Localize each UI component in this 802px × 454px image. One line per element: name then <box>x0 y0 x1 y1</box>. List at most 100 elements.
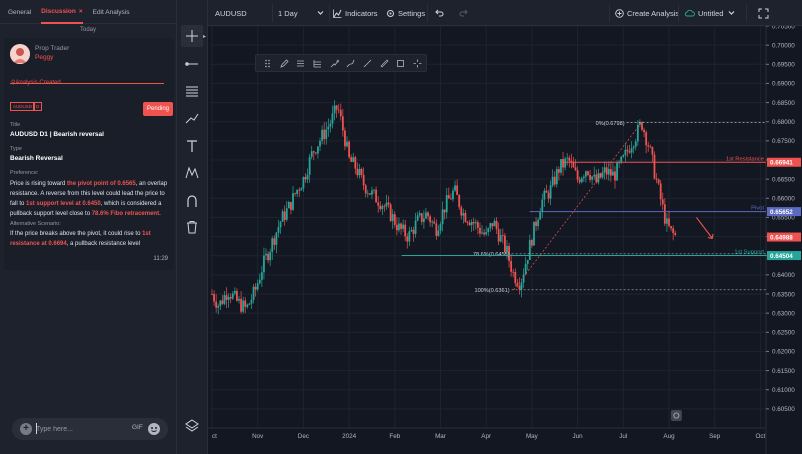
candle[interactable] <box>310 151 313 158</box>
candle[interactable] <box>240 298 242 312</box>
candle[interactable] <box>325 129 328 139</box>
candle[interactable] <box>354 157 357 169</box>
candle[interactable] <box>582 176 585 179</box>
candle[interactable] <box>663 204 666 224</box>
price-chart[interactable]: 0.70500 0.70000 0.69500 0.69000 0.68500 0.680… <box>208 23 802 454</box>
candle[interactable] <box>387 202 390 205</box>
candle[interactable] <box>643 129 645 133</box>
chevron-right-icon[interactable]: ▸ <box>203 33 206 40</box>
candle[interactable] <box>649 146 652 148</box>
candle[interactable] <box>412 229 415 234</box>
candle[interactable] <box>258 279 261 284</box>
candle[interactable] <box>433 221 436 224</box>
candle[interactable] <box>215 301 218 308</box>
candle[interactable] <box>634 141 637 147</box>
fib-retracement-tool[interactable] <box>292 55 309 71</box>
candle[interactable] <box>327 126 330 130</box>
candle[interactable] <box>321 129 323 141</box>
emoji-icon[interactable] <box>148 423 160 435</box>
candle[interactable] <box>487 228 490 233</box>
pattern-tool[interactable] <box>181 162 203 184</box>
delete-tool[interactable] <box>181 216 203 238</box>
candle[interactable] <box>269 251 272 261</box>
timeframe-select[interactable]: 1 Day <box>278 0 324 26</box>
candle[interactable] <box>281 211 284 222</box>
line-tool[interactable] <box>359 55 376 71</box>
candle[interactable] <box>277 227 280 233</box>
candle[interactable] <box>418 213 421 216</box>
text-tool[interactable] <box>181 135 203 157</box>
candle[interactable] <box>653 154 656 179</box>
candle[interactable] <box>562 159 564 168</box>
candle[interactable] <box>319 140 321 147</box>
candle[interactable] <box>364 185 367 194</box>
candle[interactable] <box>672 228 675 234</box>
candle[interactable] <box>589 174 591 180</box>
candle[interactable] <box>238 298 240 301</box>
candle[interactable] <box>614 171 616 181</box>
candle[interactable] <box>607 169 610 175</box>
candle[interactable] <box>314 152 317 154</box>
author-name[interactable]: Peggy <box>35 54 53 61</box>
fib-tool[interactable] <box>181 80 203 102</box>
candle[interactable] <box>626 149 629 152</box>
candle[interactable] <box>296 189 299 194</box>
candle[interactable] <box>553 176 556 185</box>
candle[interactable] <box>464 213 467 222</box>
candle[interactable] <box>439 224 442 231</box>
candle[interactable] <box>659 183 662 200</box>
candle[interactable] <box>495 220 498 230</box>
candle[interactable] <box>566 157 569 159</box>
plus-icon[interactable]: + <box>20 423 32 435</box>
candle[interactable] <box>564 158 567 168</box>
candle[interactable] <box>406 236 409 242</box>
candle[interactable] <box>429 216 432 223</box>
candle[interactable] <box>416 215 419 221</box>
candle[interactable] <box>593 174 596 177</box>
candle[interactable] <box>381 206 384 209</box>
candle[interactable] <box>422 218 425 222</box>
candle[interactable] <box>666 218 668 224</box>
candle[interactable] <box>362 174 365 186</box>
close-icon[interactable]: × <box>79 8 83 15</box>
candle[interactable] <box>223 295 226 304</box>
candle[interactable] <box>628 151 631 153</box>
measure-tool[interactable] <box>376 55 393 71</box>
candle[interactable] <box>601 172 604 178</box>
rectangle-tool[interactable] <box>393 55 410 71</box>
candle[interactable] <box>317 146 319 154</box>
candle[interactable] <box>493 220 496 227</box>
tab-discussion[interactable]: Discussion × <box>41 0 83 24</box>
candle[interactable] <box>501 235 504 236</box>
candle[interactable] <box>555 169 558 185</box>
candle[interactable] <box>572 162 575 168</box>
candle[interactable] <box>254 286 257 290</box>
candle[interactable] <box>331 113 334 124</box>
candle[interactable] <box>248 303 251 305</box>
candle[interactable] <box>244 300 247 307</box>
candle[interactable] <box>560 159 562 173</box>
candle[interactable] <box>323 129 326 139</box>
candle[interactable] <box>568 157 571 161</box>
candle[interactable] <box>229 297 232 299</box>
candle[interactable] <box>632 146 635 149</box>
layers-tool[interactable] <box>181 414 203 436</box>
projection-arrow[interactable] <box>695 217 713 239</box>
candle[interactable] <box>395 224 398 231</box>
candle[interactable] <box>341 116 344 131</box>
candle[interactable] <box>645 132 648 146</box>
candle[interactable] <box>414 220 417 234</box>
candle[interactable] <box>485 232 488 235</box>
candle[interactable] <box>227 297 230 300</box>
candle[interactable] <box>339 110 342 117</box>
candle[interactable] <box>431 221 434 223</box>
candle[interactable] <box>375 189 378 203</box>
candle[interactable] <box>290 202 292 210</box>
candle[interactable] <box>520 282 523 290</box>
candle[interactable] <box>398 223 400 231</box>
candle[interactable] <box>479 227 481 234</box>
candle[interactable] <box>489 223 492 229</box>
tab-edit-analysis[interactable]: Edit Analysis <box>93 1 130 23</box>
candle[interactable] <box>356 168 359 176</box>
candle[interactable] <box>219 300 222 306</box>
